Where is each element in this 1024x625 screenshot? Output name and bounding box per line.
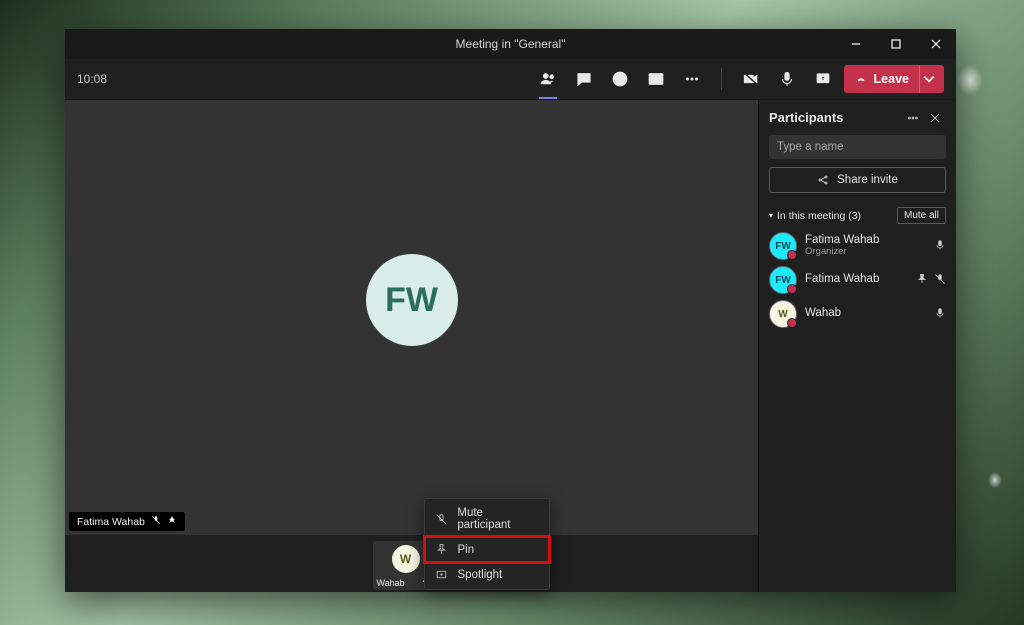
panel-title: Participants bbox=[769, 110, 902, 125]
participant-row[interactable]: FW Fatima Wahab bbox=[769, 266, 946, 294]
window-title: Meeting in "General" bbox=[456, 37, 566, 51]
reactions-button[interactable] bbox=[603, 64, 637, 94]
presence-badge bbox=[787, 250, 797, 260]
panel-close-button[interactable] bbox=[924, 111, 946, 125]
section-in-meeting[interactable]: ▾ In this meeting (3) Mute all bbox=[769, 207, 946, 224]
participant-search-input[interactable]: Type a name bbox=[769, 135, 946, 159]
mic-icon bbox=[934, 239, 946, 254]
close-button[interactable] bbox=[916, 29, 956, 59]
participant-name: Fatima Wahab bbox=[77, 516, 145, 528]
participant-avatar: W bbox=[769, 300, 797, 328]
maximize-button[interactable] bbox=[876, 29, 916, 59]
leave-label: Leave bbox=[874, 72, 909, 86]
participant-avatar: FW bbox=[769, 232, 797, 260]
participants-button[interactable] bbox=[531, 64, 565, 94]
participants-panel: Participants Type a name Share invite ▾ … bbox=[758, 100, 956, 592]
more-actions-button[interactable] bbox=[675, 64, 709, 94]
thumbnail-strip: W Wahab ⋯ FW Mute participant Pin bbox=[65, 535, 758, 592]
leave-options-chevron[interactable] bbox=[919, 65, 938, 93]
participant-context-menu: Mute participant Pin Spotlight bbox=[424, 498, 550, 590]
participant-row[interactable]: W Wahab bbox=[769, 300, 946, 328]
teams-meeting-window: Meeting in "General" 10:08 bbox=[65, 29, 956, 592]
toolbar-separator bbox=[721, 68, 722, 90]
main-video-tile[interactable]: FW Fatima Wahab bbox=[65, 100, 758, 535]
mic-muted-icon bbox=[934, 273, 946, 288]
menu-item-pin[interactable]: Pin bbox=[425, 537, 549, 562]
minimize-button[interactable] bbox=[836, 29, 876, 59]
pin-icon bbox=[167, 515, 177, 528]
meeting-timer: 10:08 bbox=[77, 72, 107, 86]
chat-button[interactable] bbox=[567, 64, 601, 94]
menu-item-spotlight[interactable]: Spotlight bbox=[425, 562, 549, 587]
titlebar: Meeting in "General" bbox=[65, 29, 956, 59]
share-invite-button[interactable]: Share invite bbox=[769, 167, 946, 193]
presence-badge bbox=[787, 284, 797, 294]
camera-toggle[interactable] bbox=[734, 64, 768, 94]
mic-toggle[interactable] bbox=[770, 64, 804, 94]
participant-name: Fatima Wahab bbox=[805, 273, 908, 286]
mic-muted-icon bbox=[151, 515, 161, 528]
participant-name: Wahab bbox=[805, 307, 926, 320]
video-stage: FW Fatima Wahab W Wahab ⋯ bbox=[65, 100, 758, 592]
mic-icon bbox=[934, 307, 946, 322]
participant-role: Organizer bbox=[805, 247, 926, 258]
mute-all-button[interactable]: Mute all bbox=[897, 207, 946, 224]
section-label: In this meeting (3) bbox=[777, 210, 861, 222]
meeting-toolbar: 10:08 bbox=[65, 59, 956, 100]
participant-avatar: FW bbox=[769, 266, 797, 294]
menu-item-mute-participant[interactable]: Mute participant bbox=[425, 501, 549, 537]
pin-icon[interactable] bbox=[916, 273, 928, 288]
participant-avatar: FW bbox=[366, 254, 458, 346]
caret-icon: ▾ bbox=[769, 211, 773, 220]
participant-name-chip: Fatima Wahab bbox=[69, 512, 185, 531]
participant-row[interactable]: FW Fatima Wahab Organizer bbox=[769, 232, 946, 260]
share-screen-button[interactable] bbox=[806, 64, 840, 94]
presence-badge bbox=[787, 318, 797, 328]
thumbnail-name-label: Wahab bbox=[377, 578, 405, 588]
leave-button[interactable]: Leave bbox=[844, 65, 944, 93]
rooms-button[interactable] bbox=[639, 64, 673, 94]
thumbnail-avatar: W bbox=[392, 545, 420, 573]
panel-more-button[interactable] bbox=[902, 111, 924, 125]
